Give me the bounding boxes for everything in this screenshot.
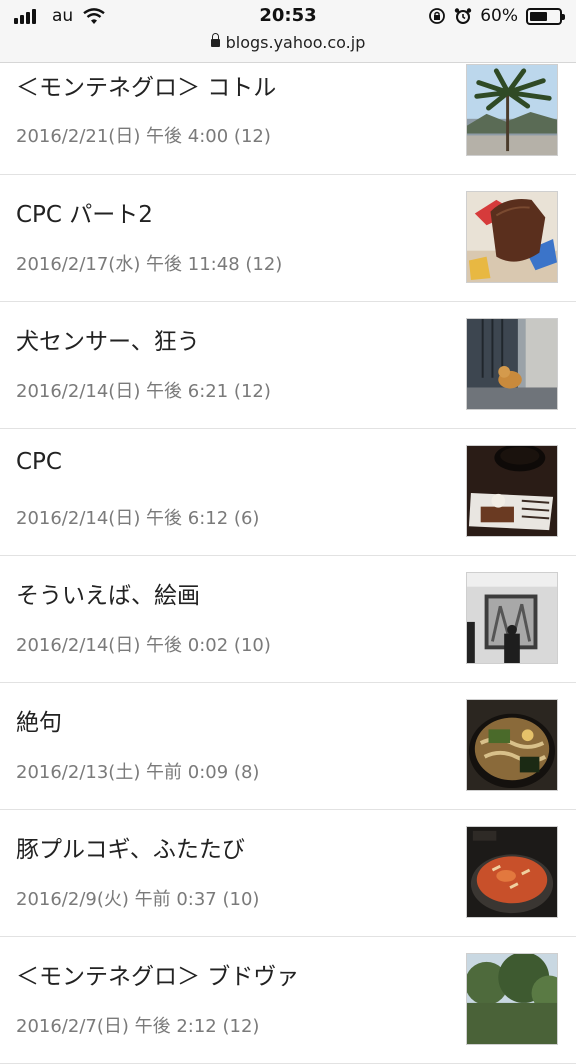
- list-item[interactable]: そういえば、絵画 2016/2/14(日) 午後 0:02 (10): [0, 556, 576, 683]
- rotation-lock-icon: [429, 8, 446, 24]
- painting-thumbnail[interactable]: [466, 572, 558, 664]
- post-date: 2016/2/14(日) 午後 0:02 (10): [16, 635, 271, 656]
- lock-icon: [210, 32, 220, 47]
- palm-tree-thumbnail[interactable]: [466, 64, 558, 156]
- post-title[interactable]: 豚プルコギ、ふたたび: [16, 830, 245, 864]
- dog-thumbnail[interactable]: [466, 318, 558, 410]
- post-title[interactable]: ＜モンテネグロ＞ コトル: [16, 68, 276, 102]
- ramen-thumbnail[interactable]: [466, 699, 558, 791]
- cake-thumbnail[interactable]: [466, 191, 558, 283]
- post-date: 2016/2/17(水) 午後 11:48 (12): [16, 254, 283, 275]
- url-bar[interactable]: blogs.yahoo.co.jp: [0, 32, 576, 52]
- status-bar: au 20:53 60% blogs.yahoo.co.jp: [0, 0, 576, 63]
- post-date: 2016/2/14(日) 午後 6:21 (12): [16, 381, 271, 402]
- post-title[interactable]: 犬センサー、狂う: [16, 322, 200, 356]
- post-title[interactable]: 絶句: [16, 703, 62, 737]
- post-title[interactable]: CPC: [16, 449, 62, 475]
- dessert-plate-thumbnail[interactable]: [466, 445, 558, 537]
- list-item[interactable]: ＜モンテネグロ＞ ブドヴァ 2016/2/7(日) 午後 2:12 (12): [0, 937, 576, 1064]
- list-item[interactable]: 豚プルコギ、ふたたび 2016/2/9(火) 午前 0:37 (10): [0, 810, 576, 937]
- post-date: 2016/2/7(日) 午後 2:12 (12): [16, 1016, 260, 1037]
- post-title[interactable]: そういえば、絵画: [16, 576, 200, 610]
- list-item[interactable]: ＜モンテネグロ＞ コトル 2016/2/21(日) 午後 4:00 (12): [0, 62, 576, 175]
- list-item[interactable]: 絶句 2016/2/13(土) 午前 0:09 (8): [0, 683, 576, 810]
- url-text: blogs.yahoo.co.jp: [225, 33, 366, 52]
- post-list: ＜モンテネグロ＞ コトル 2016/2/21(日) 午後 4:00 (12) C…: [0, 62, 576, 1064]
- battery-percent: 60%: [480, 6, 518, 26]
- post-title[interactable]: CPC パート2: [16, 195, 153, 229]
- post-title[interactable]: ＜モンテネグロ＞ ブドヴァ: [16, 957, 299, 991]
- post-date: 2016/2/21(日) 午後 4:00 (12): [16, 126, 271, 147]
- post-date: 2016/2/9(火) 午前 0:37 (10): [16, 889, 260, 910]
- post-date: 2016/2/13(土) 午前 0:09 (8): [16, 762, 260, 783]
- list-item[interactable]: 犬センサー、狂う 2016/2/14(日) 午後 6:21 (12): [0, 302, 576, 429]
- list-item[interactable]: CPC 2016/2/14(日) 午後 6:12 (6): [0, 429, 576, 556]
- alarm-icon: [455, 8, 472, 24]
- post-date: 2016/2/14(日) 午後 6:12 (6): [16, 508, 260, 529]
- stew-thumbnail[interactable]: [466, 826, 558, 918]
- trees-thumbnail[interactable]: [466, 953, 558, 1045]
- list-item[interactable]: CPC パート2 2016/2/17(水) 午後 11:48 (12): [0, 175, 576, 302]
- status-right: 60%: [428, 6, 565, 26]
- battery-icon: [526, 7, 565, 25]
